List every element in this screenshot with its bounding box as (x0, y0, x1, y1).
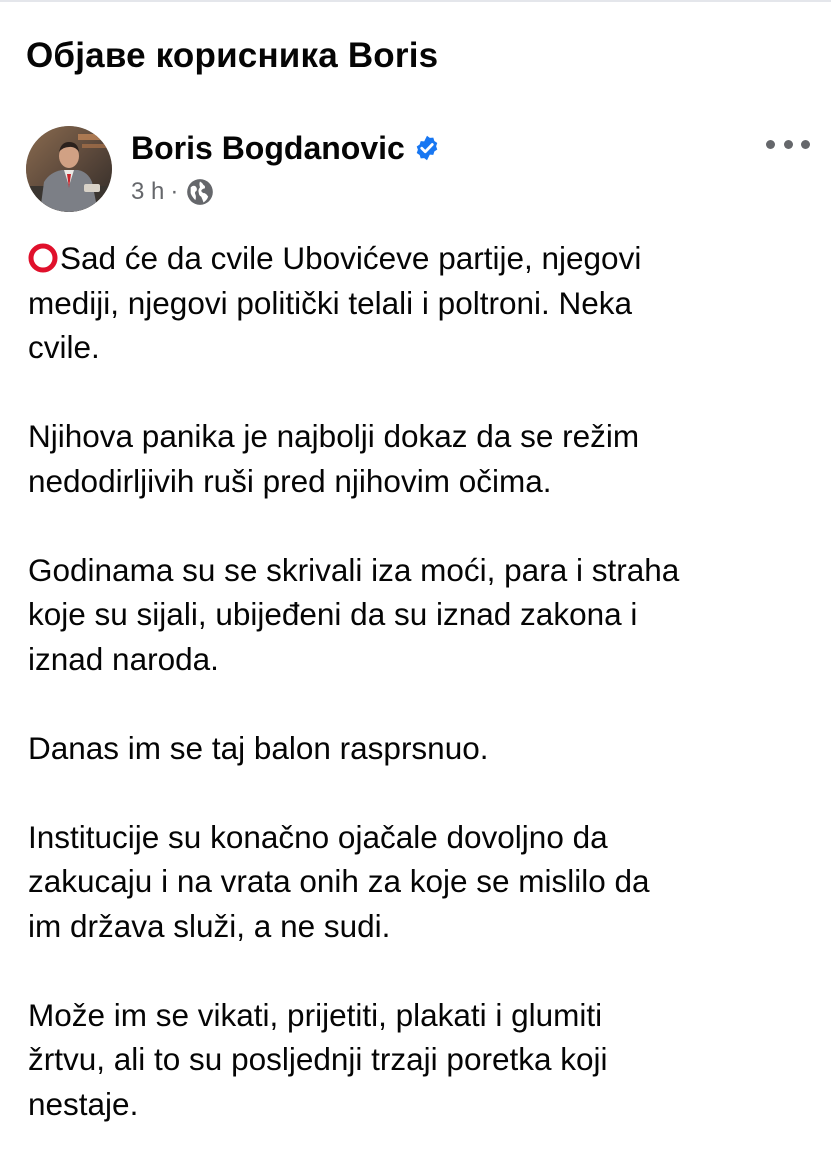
post-paragraph: Godinama su se skrivali iza moći, para i… (28, 548, 818, 682)
post-paragraph: Danas im se taj balon rasprsnuo. (28, 726, 818, 771)
post-paragraph: Može im se vikati, prijetiti, plakati i … (28, 993, 818, 1127)
avatar[interactable] (26, 126, 112, 212)
hollow-red-circle-icon (28, 240, 58, 273)
text-line: im država služi, a ne sudi. (28, 907, 391, 944)
top-divider (0, 0, 831, 2)
post-header: Boris Bogdanovic 3 h · (26, 126, 816, 216)
post-paragraph: Njihova panika je najbolji dokaz da se r… (28, 414, 818, 503)
text-line: nedodirljivih ruši pred njihovim očima. (28, 462, 552, 499)
text-line: žrtvu, ali to su posljednji trzaji poret… (28, 1041, 608, 1077)
meta-separator: · (170, 178, 179, 205)
post-paragraph: Sad će da cvile Ubovićeve partije, njego… (28, 236, 818, 370)
text-line: Godinama su se skrivali iza moći, para i… (28, 551, 680, 588)
author-line: Boris Bogdanovic (131, 128, 441, 168)
text-line: zakucaju i na vrata onih za koje se misl… (28, 863, 650, 899)
post-paragraph: Institucije su konačno ojačale dovoljno … (28, 815, 818, 949)
text-line: Sad će da cvile Ubovićeve partije, njego… (28, 236, 818, 281)
more-horizontal-icon (801, 139, 810, 149)
text-line: nestaje. (28, 1085, 139, 1122)
text-line: Može im se vikati, prijetiti, plakati i … (28, 996, 603, 1033)
text-line: koje su sijali, ubijeđeni da su iznad za… (28, 596, 638, 632)
post-timestamp[interactable]: 3 h (131, 178, 164, 206)
author-name[interactable]: Boris Bogdanovic (131, 130, 405, 167)
profile-photo (26, 126, 112, 212)
more-horizontal-icon (766, 139, 775, 149)
text-line: mediji, njegovi politički telali i poltr… (28, 284, 633, 321)
text-line: cvile. (28, 329, 100, 365)
text-line: Njihova panika je najbolji dokaz da se r… (28, 418, 640, 454)
text-line: Institucije su konačno ojačale dovoljno … (28, 818, 608, 855)
more-options-button[interactable] (766, 132, 810, 156)
globe-icon[interactable] (186, 178, 214, 206)
post-meta: 3 h · (131, 176, 214, 208)
text-line: Danas im se taj balon rasprsnuo. (28, 729, 489, 766)
text-line: iznad naroda. (28, 640, 219, 677)
more-horizontal-icon (783, 139, 793, 149)
verified-badge-icon (413, 134, 441, 162)
post-text: Sad će da cvile Ubovićeve partije, njego… (28, 236, 818, 1171)
page-title: Објаве корисника Boris (26, 36, 439, 75)
